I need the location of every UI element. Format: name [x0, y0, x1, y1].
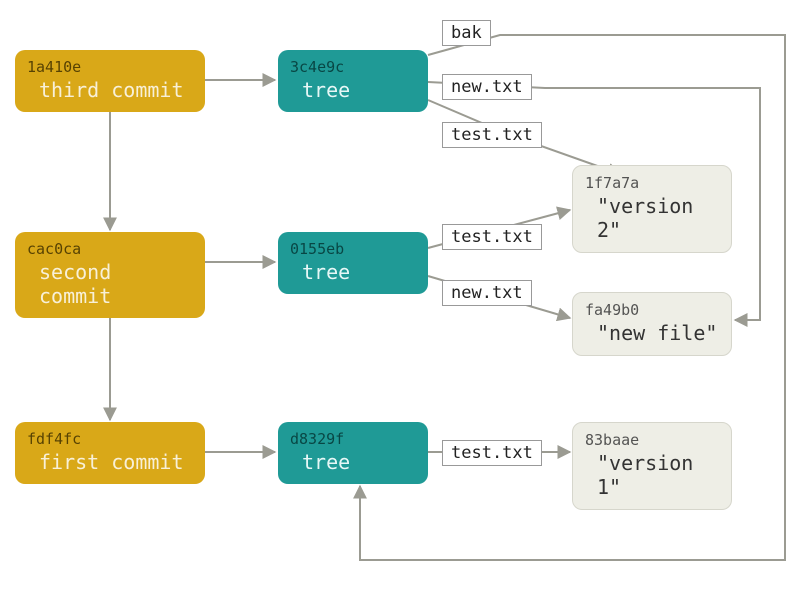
edge-label-new-txt: new.txt — [442, 74, 532, 100]
blob-hash: 83baae — [585, 431, 719, 449]
tree-label: tree — [290, 260, 416, 284]
blob-new: fa49b0 "new file" — [572, 292, 732, 356]
commit-second: cac0ca second commit — [15, 232, 205, 318]
edge-label-test-txt: test.txt — [442, 122, 542, 148]
tree-t2: 0155eb tree — [278, 232, 428, 294]
edge-label-new-txt: new.txt — [442, 280, 532, 306]
tree-hash: 3c4e9c — [290, 58, 416, 76]
tree-label: tree — [290, 78, 416, 102]
commit-hash: cac0ca — [27, 240, 193, 258]
blob-v1: 83baae "version 1" — [572, 422, 732, 510]
commit-third: 1a410e third commit — [15, 50, 205, 112]
edge-label-bak: bak — [442, 20, 491, 46]
commit-label: second commit — [27, 260, 193, 308]
blob-label: "version 2" — [585, 194, 719, 242]
tree-hash: d8329f — [290, 430, 416, 448]
blob-label: "new file" — [585, 321, 719, 345]
blob-hash: 1f7a7a — [585, 174, 719, 192]
blob-v2: 1f7a7a "version 2" — [572, 165, 732, 253]
blob-label: "version 1" — [585, 451, 719, 499]
edge-label-test-txt: test.txt — [442, 224, 542, 250]
tree-t1: d8329f tree — [278, 422, 428, 484]
commit-first: fdf4fc first commit — [15, 422, 205, 484]
commit-label: third commit — [27, 78, 193, 102]
commit-hash: 1a410e — [27, 58, 193, 76]
commit-label: first commit — [27, 450, 193, 474]
tree-label: tree — [290, 450, 416, 474]
tree-hash: 0155eb — [290, 240, 416, 258]
commit-hash: fdf4fc — [27, 430, 193, 448]
edge-label-test-txt: test.txt — [442, 440, 542, 466]
blob-hash: fa49b0 — [585, 301, 719, 319]
tree-t3: 3c4e9c tree — [278, 50, 428, 112]
